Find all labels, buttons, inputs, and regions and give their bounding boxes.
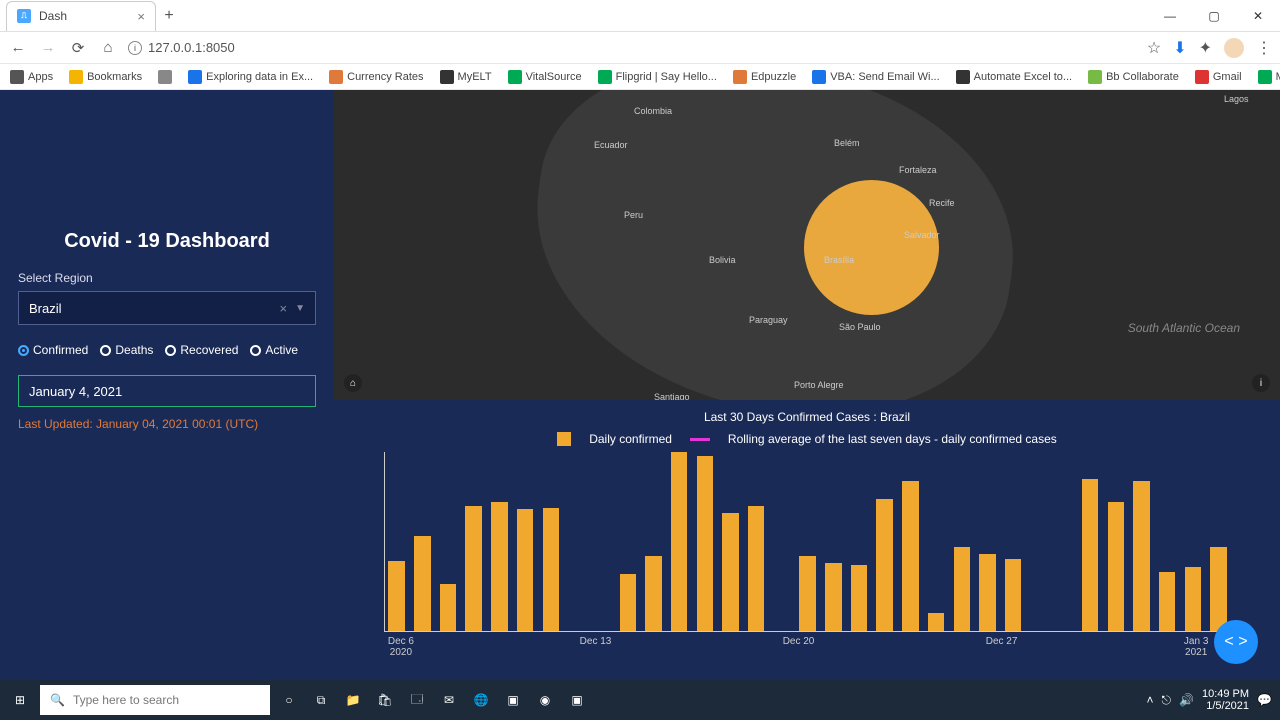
map-home-button[interactable]: ⌂ bbox=[344, 374, 362, 392]
bookmark-item[interactable]: Bb Collaborate bbox=[1084, 70, 1183, 84]
map-panel[interactable]: South Atlantic Ocean ⌂ i Colombia Ecuador… bbox=[334, 90, 1280, 400]
legend-bar-swatch bbox=[557, 432, 571, 446]
map-city-label: Fortaleza bbox=[899, 165, 937, 175]
bookmark-item[interactable]: Edpuzzle bbox=[729, 70, 800, 84]
nav-home-icon[interactable]: ⌂ bbox=[98, 39, 118, 56]
map-city-label: Belém bbox=[834, 138, 860, 148]
map-city-label: Peru bbox=[624, 210, 643, 220]
main-content: South Atlantic Ocean ⌂ i Colombia Ecuador… bbox=[334, 90, 1280, 680]
chart-plot[interactable] bbox=[384, 452, 1230, 632]
map-city-label: Santiago bbox=[654, 392, 690, 400]
search-placeholder: Type here to search bbox=[73, 693, 179, 707]
date-value: January 4, 2021 bbox=[29, 384, 122, 399]
browser-menu-icon[interactable]: ⋮ bbox=[1256, 38, 1272, 58]
browser-tab[interactable]: ⎍ Dash × bbox=[6, 1, 156, 31]
map-city-label: Bolivia bbox=[709, 255, 736, 265]
map-data-circle bbox=[804, 180, 939, 315]
start-button[interactable]: ⊞ bbox=[0, 680, 40, 720]
notifications-icon[interactable]: 💬 bbox=[1257, 693, 1272, 707]
map-city-label: Paraguay bbox=[749, 315, 788, 325]
x-tick-label: Dec 20 bbox=[783, 636, 815, 647]
metric-radio[interactable]: Active bbox=[250, 343, 298, 357]
nav-forward-icon[interactable]: → bbox=[38, 39, 58, 56]
map-city-label: Ecuador bbox=[594, 140, 628, 150]
map-city-label: Salvador bbox=[904, 230, 940, 240]
legend-line-label: Rolling average of the last seven days -… bbox=[728, 432, 1057, 446]
explorer-icon[interactable]: 📁 bbox=[338, 680, 368, 720]
sidebar: Covid - 19 Dashboard Select Region Brazi… bbox=[0, 90, 334, 680]
map-region-label: South Atlantic Ocean bbox=[1128, 320, 1240, 336]
bookmark-item[interactable]: MyELT bbox=[436, 70, 496, 84]
url-text: 127.0.0.1:8050 bbox=[148, 40, 235, 55]
map-city-label: Lagos bbox=[1224, 94, 1249, 104]
chart-x-axis: Dec 62020 Dec 13 Dec 20 Dec 27 Jan 32021 bbox=[384, 636, 1230, 660]
date-input[interactable]: January 4, 2021 bbox=[18, 375, 316, 407]
page-title: Covid - 19 Dashboard bbox=[18, 230, 316, 253]
bookmark-item[interactable]: Currency Rates bbox=[325, 70, 427, 84]
radio-dot-icon bbox=[18, 345, 29, 356]
last-updated-text: Last Updated: January 04, 2021 00:01 (UT… bbox=[18, 417, 316, 431]
tab-title: Dash bbox=[39, 9, 67, 23]
nav-reload-icon[interactable]: ⟳ bbox=[68, 39, 88, 57]
window-minimize[interactable]: — bbox=[1148, 0, 1192, 32]
bookmark-item[interactable]: VBA: Send Email Wi... bbox=[808, 70, 943, 84]
metric-radio[interactable]: Confirmed bbox=[18, 343, 88, 357]
bookmark-item[interactable]: Flipgrid | Say Hello... bbox=[594, 70, 721, 84]
download-icon[interactable]: ⬇ bbox=[1173, 38, 1186, 58]
map-city-label: Porto Alegre bbox=[794, 380, 844, 390]
cortana-icon[interactable]: ○ bbox=[274, 680, 304, 720]
radio-dot-icon bbox=[165, 345, 176, 356]
profile-avatar[interactable] bbox=[1224, 38, 1244, 58]
site-info-icon[interactable]: i bbox=[128, 41, 142, 55]
task-view-icon[interactable]: ⧉ bbox=[306, 680, 336, 720]
bookmark-item[interactable]: Apps bbox=[6, 70, 57, 84]
x-tick-label: Dec 13 bbox=[580, 636, 612, 647]
close-tab-icon[interactable]: × bbox=[137, 9, 145, 24]
map-city-label: Brasília bbox=[824, 255, 854, 265]
chart-legend: Daily confirmed Rolling average of the l… bbox=[364, 432, 1250, 446]
legend-line-swatch bbox=[690, 438, 710, 441]
bookmark-item[interactable]: Maps bbox=[1254, 70, 1280, 84]
bookmark-item[interactable]: VitalSource bbox=[504, 70, 586, 84]
taskbar-search[interactable]: 🔍 Type here to search bbox=[40, 685, 270, 715]
chart-panel: Last 30 Days Confirmed Cases : Brazil Da… bbox=[334, 400, 1280, 680]
metric-radio[interactable]: Deaths bbox=[100, 343, 153, 357]
extensions-icon[interactable]: ✦ bbox=[1199, 38, 1212, 58]
chart-title: Last 30 Days Confirmed Cases : Brazil bbox=[364, 410, 1250, 424]
nav-back-icon[interactable]: ← bbox=[8, 39, 28, 56]
map-city-label: Colombia bbox=[634, 106, 672, 116]
new-tab-button[interactable]: + bbox=[156, 3, 182, 29]
radio-dot-icon bbox=[250, 345, 261, 356]
bookmark-item[interactable]: Exploring data in Ex... bbox=[184, 70, 317, 84]
x-tick-label: Dec 27 bbox=[986, 636, 1018, 647]
bookmark-star-icon[interactable]: ☆ bbox=[1147, 38, 1161, 58]
map-city-label: Recife bbox=[929, 198, 955, 208]
browser-address-bar: ← → ⟳ ⌂ i 127.0.0.1:8050 ☆ ⬇ ✦ ⋮ bbox=[0, 32, 1280, 64]
bookmark-item[interactable] bbox=[154, 70, 176, 84]
map-info-button[interactable]: i bbox=[1252, 374, 1270, 392]
window-close[interactable]: ✕ bbox=[1236, 0, 1280, 32]
radio-dot-icon bbox=[100, 345, 111, 356]
region-select[interactable]: Brazil × ▼ bbox=[18, 291, 316, 325]
bookmark-item[interactable]: Bookmarks bbox=[65, 70, 146, 84]
window-maximize[interactable]: ▢ bbox=[1192, 0, 1236, 32]
map-city-label: São Paulo bbox=[839, 322, 881, 332]
legend-bar-label: Daily confirmed bbox=[589, 432, 672, 446]
floating-nav-button[interactable]: < > bbox=[1214, 620, 1258, 664]
search-icon: 🔍 bbox=[50, 693, 65, 707]
region-value: Brazil bbox=[29, 301, 62, 316]
bookmarks-bar: Apps Bookmarks Exploring data in Ex... Curr… bbox=[0, 64, 1280, 90]
tab-favicon: ⎍ bbox=[17, 9, 31, 23]
metric-radio[interactable]: Recovered bbox=[165, 343, 238, 357]
bookmark-item[interactable]: Automate Excel to... bbox=[952, 70, 1076, 84]
url-display[interactable]: i 127.0.0.1:8050 bbox=[128, 40, 235, 55]
x-tick-label: Dec 62020 bbox=[388, 636, 414, 658]
bookmark-item[interactable]: Gmail bbox=[1191, 70, 1246, 84]
region-label: Select Region bbox=[18, 271, 316, 285]
metric-radio-group: Confirmed Deaths Recovered Active bbox=[18, 343, 316, 357]
chevron-down-icon[interactable]: ▼ bbox=[295, 303, 305, 314]
x-tick-label: Jan 32021 bbox=[1184, 636, 1208, 658]
browser-titlebar: ⎍ Dash × + — ▢ ✕ bbox=[0, 0, 1280, 32]
clear-select-icon[interactable]: × bbox=[280, 301, 288, 316]
